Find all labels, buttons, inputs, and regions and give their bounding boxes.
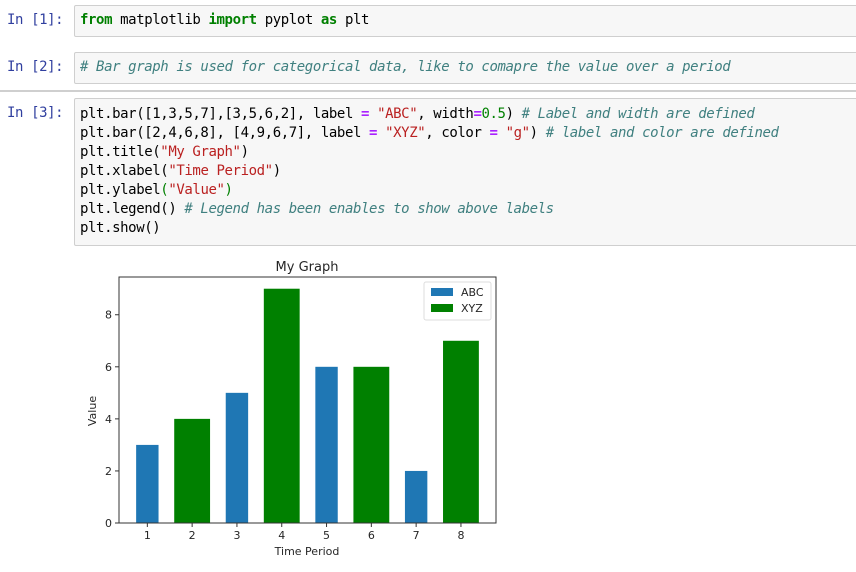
- x-tick-label: 5: [323, 529, 330, 542]
- bars-group: [136, 288, 479, 523]
- code-line: plt.show(): [80, 219, 779, 238]
- code-token: from: [80, 12, 113, 28]
- code-token: "Time Period": [168, 163, 273, 179]
- code-text: # Bar graph is used for categorical data…: [80, 58, 731, 77]
- code-token: =: [361, 106, 370, 122]
- x-tick-label: 8: [457, 529, 464, 542]
- code-input[interactable]: plt.bar([1,3,5,7],[3,5,6,2], label = "AB…: [74, 98, 856, 246]
- code-cell-2[interactable]: In [2]: # Bar graph is used for categori…: [0, 52, 856, 84]
- code-token: plt.show(): [80, 220, 161, 236]
- code-input[interactable]: # Bar graph is used for categorical data…: [74, 52, 856, 84]
- code-token: matplotlib: [112, 12, 209, 28]
- code-token: , width: [417, 106, 474, 122]
- code-token: # Label and width are defined: [521, 106, 755, 122]
- bar-xyz: [174, 418, 211, 523]
- code-token: "XYZ": [385, 125, 426, 141]
- code-token: ): [272, 163, 281, 179]
- cell-prompt: In [2]:: [7, 59, 64, 75]
- code-input[interactable]: from matplotlib import pyplot as plt: [74, 5, 856, 37]
- code-token: import: [208, 12, 257, 28]
- y-tick-label: 4: [105, 413, 112, 426]
- cell-prompt: In [3]:: [7, 105, 64, 121]
- code-text: from matplotlib import pyplot as plt: [80, 11, 369, 30]
- code-token: plt.bar([1,3,5,7],[3,5,6,2], label: [80, 106, 362, 122]
- code-token: plt.title(: [80, 144, 161, 160]
- y-tick-label: 0: [105, 517, 112, 530]
- bar-chart-output: My Graph 1 2 3 4 5 6 7 8 0 2 4 6 8 Time Period Value…: [86, 260, 497, 558]
- x-tick-label: 4: [278, 529, 285, 542]
- bar-abc: [315, 366, 338, 523]
- bar-xyz: [263, 288, 300, 523]
- code-token: ): [529, 125, 546, 141]
- code-cell-1[interactable]: In [1]: from matplotlib import pyplot as…: [0, 5, 856, 37]
- code-token: # Bar graph is used for categorical data…: [80, 59, 731, 75]
- y-tick-label: 6: [105, 361, 112, 374]
- code-line: plt.legend() # Legend has been enables t…: [80, 200, 779, 219]
- code-line: plt.title("My Graph"): [80, 143, 779, 162]
- code-token: ): [505, 106, 522, 122]
- code-text: plt.bar([1,3,5,7],[3,5,6,2], label = "AB…: [80, 105, 779, 238]
- code-token: plt.ylabel: [80, 182, 161, 198]
- bar-xyz: [443, 340, 479, 523]
- x-tick-label: 3: [233, 529, 240, 542]
- code-token: # label and color are defined: [545, 125, 779, 141]
- code-token: 0.5: [481, 106, 506, 122]
- code-token: plt.legend(): [80, 201, 185, 217]
- code-token: =: [489, 125, 498, 141]
- code-token: # Legend has been enables to show above …: [184, 201, 554, 217]
- code-token: plt: [336, 12, 370, 28]
- x-tick-label: 1: [144, 529, 151, 542]
- code-line: plt.ylabel("Value"): [80, 181, 779, 200]
- cell-divider: [0, 90, 856, 92]
- code-line: # Bar graph is used for categorical data…: [80, 58, 731, 77]
- y-tick-label: 2: [105, 465, 112, 478]
- code-token: , color: [425, 125, 490, 141]
- code-line: from matplotlib import pyplot as plt: [80, 11, 369, 30]
- code-cell-3[interactable]: In [3]: plt.bar([1,3,5,7],[3,5,6,2], lab…: [0, 98, 856, 246]
- x-tick-label: 6: [368, 529, 375, 542]
- bar-xyz: [353, 366, 390, 523]
- legend-label: XYZ: [461, 302, 483, 315]
- y-axis-label: Value: [86, 396, 99, 426]
- code-token: ): [240, 144, 249, 160]
- code-token: "My Graph": [160, 144, 241, 160]
- code-token: plt.xlabel(: [80, 163, 169, 179]
- code-token: "ABC": [377, 106, 418, 122]
- code-token: "g": [505, 125, 530, 141]
- bar-abc: [404, 470, 428, 523]
- x-tick-label: 2: [189, 529, 196, 542]
- y-tick-label: 8: [105, 309, 112, 322]
- code-token: "Value": [168, 182, 225, 198]
- code-token: pyplot: [256, 12, 321, 28]
- code-token: ): [224, 182, 233, 198]
- x-tick-label: 7: [413, 529, 420, 542]
- chart-legend: ABC XYZ: [423, 281, 492, 321]
- bar-abc: [225, 392, 249, 523]
- code-token: as: [320, 12, 337, 28]
- legend-swatch: [431, 288, 453, 296]
- legend-swatch: [431, 304, 453, 312]
- code-token: =: [369, 125, 378, 141]
- legend-label: ABC: [461, 286, 484, 299]
- code-line: plt.xlabel("Time Period"): [80, 162, 779, 181]
- bar-abc: [136, 444, 159, 523]
- cell-prompt: In [1]:: [7, 12, 64, 28]
- code-line: plt.bar([1,3,5,7],[3,5,6,2], label = "AB…: [80, 105, 779, 124]
- code-token: plt.bar([2,4,6,8], [4,9,6,7], label: [80, 125, 370, 141]
- x-axis-label: Time Period: [274, 545, 340, 558]
- code-line: plt.bar([2,4,6,8], [4,9,6,7], label = "X…: [80, 124, 779, 143]
- chart-title: My Graph: [276, 260, 339, 275]
